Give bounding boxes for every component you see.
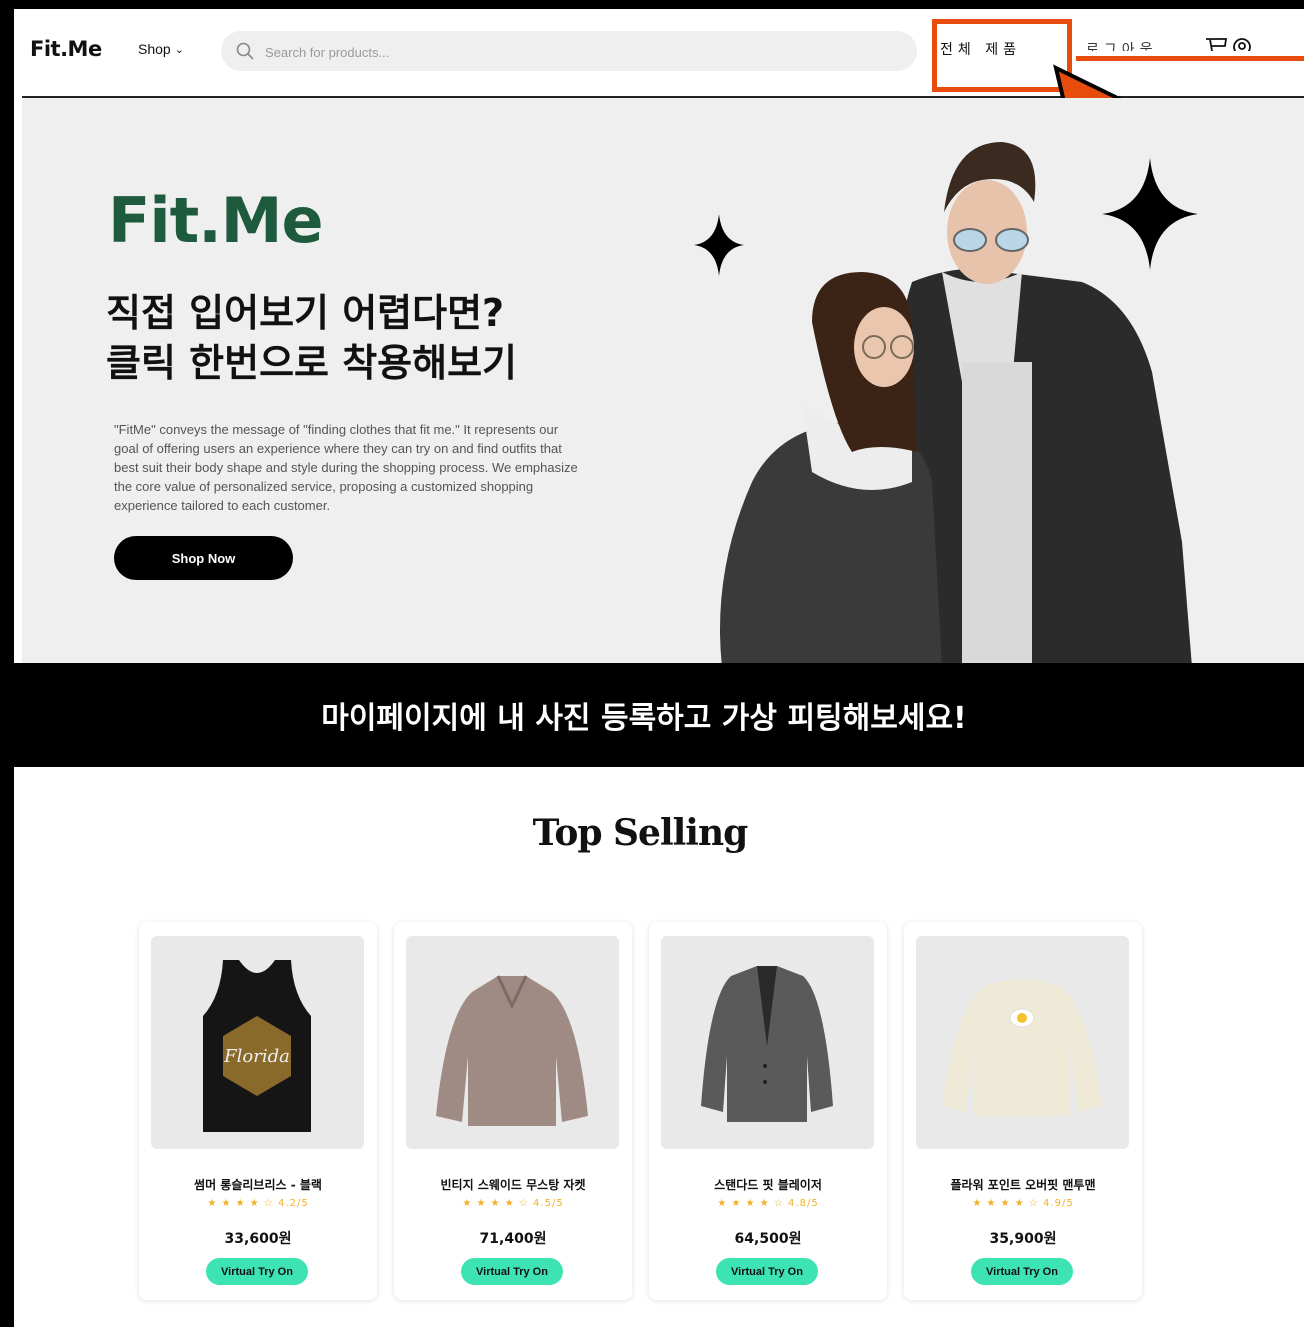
hero-description: "FitMe" conveys the message of "finding …	[114, 422, 578, 513]
hero-headline: 직접 입어보기 어렵다면? 클릭 한번으로 착용해보기	[106, 291, 518, 385]
product-rating: ★ ★ ★ ★ ☆ 4.5/5	[462, 1198, 564, 1209]
shop-label: Shop	[138, 41, 171, 57]
product-name[interactable]: 썸머 롱슬리브리스 - 블랙	[139, 1176, 377, 1193]
star-icon: ★ ★ ★ ★ ☆	[462, 1198, 529, 1209]
virtual-try-on-button[interactable]: Virtual Try On	[716, 1258, 818, 1285]
virtual-try-on-button[interactable]: Virtual Try On	[971, 1258, 1073, 1285]
promo-banner-text: 마이페이지에 내 사진 등록하고 가상 피팅해보세요!	[321, 701, 967, 736]
promo-banner: 마이페이지에 내 사진 등록하고 가상 피팅해보세요!	[14, 663, 1304, 767]
top-selling-title: Top Selling	[532, 812, 749, 854]
product-price: 71,400원	[479, 1231, 547, 1247]
product-image[interactable]: Florida	[151, 936, 364, 1149]
virtual-try-on-button[interactable]: Virtual Try On	[206, 1258, 308, 1285]
product-price: 64,500원	[734, 1231, 802, 1247]
hero-section: Fit.Me 직접 입어보기 어렵다면? 클릭 한번으로 착용해보기 "FitM…	[22, 98, 1304, 663]
star-icon: ★ ★ ★ ★ ☆	[972, 1198, 1039, 1209]
search-bar	[221, 31, 917, 73]
star-icon: ★ ★ ★ ★ ☆	[207, 1198, 274, 1209]
search-icon	[236, 42, 254, 60]
hero-brand: Fit.Me	[108, 184, 324, 257]
product-price: 33,600원	[224, 1231, 292, 1247]
product-image[interactable]	[406, 936, 619, 1149]
product-name[interactable]: 빈티지 스웨이드 무스탕 자켓	[394, 1176, 632, 1193]
product-card[interactable]: 빈티지 스웨이드 무스탕 자켓 ★ ★ ★ ★ ☆ 4.5/5 71,400원 …	[394, 922, 632, 1300]
nav-logout[interactable]: 로그아웃	[1086, 39, 1158, 51]
search-input[interactable]	[263, 31, 887, 73]
screenshot-frame-top	[0, 0, 1304, 9]
chevron-down-icon: ⌄	[174, 43, 184, 56]
product-name[interactable]: 플라워 포인트 오버핏 맨투맨	[904, 1176, 1142, 1193]
product-card[interactable]: Florida 썸머 롱슬리브리스 - 블랙 ★ ★ ★ ★ ☆ 4.2/5 3…	[139, 922, 377, 1300]
svg-text:Florida: Florida	[223, 1046, 290, 1067]
user-icon[interactable]	[1232, 37, 1252, 51]
hero-models-image	[720, 142, 1192, 663]
product-price: 35,900원	[989, 1231, 1057, 1247]
star-icon: ★ ★ ★ ★ ☆	[717, 1198, 784, 1209]
product-image[interactable]	[661, 936, 874, 1149]
shop-dropdown[interactable]: Shop ⌄	[138, 41, 184, 57]
site-logo[interactable]: Fit.Me	[30, 37, 102, 61]
product-card[interactable]: 플라워 포인트 오버핏 맨투맨 ★ ★ ★ ★ ☆ 4.9/5 35,900원 …	[904, 922, 1142, 1300]
product-name[interactable]: 스탠다드 핏 블레이저	[649, 1176, 887, 1193]
product-rating: ★ ★ ★ ★ ☆ 4.8/5	[717, 1198, 819, 1209]
virtual-try-on-button[interactable]: Virtual Try On	[461, 1258, 563, 1285]
product-image[interactable]	[916, 936, 1129, 1149]
product-rating: ★ ★ ★ ★ ☆ 4.9/5	[972, 1198, 1074, 1209]
cart-icon[interactable]	[1205, 37, 1227, 51]
shop-now-button[interactable]: Shop Now	[114, 536, 293, 580]
product-card[interactable]: 스탠다드 핏 블레이저 ★ ★ ★ ★ ☆ 4.8/5 64,500원 Virt…	[649, 922, 887, 1300]
product-rating: ★ ★ ★ ★ ☆ 4.2/5	[207, 1198, 309, 1209]
